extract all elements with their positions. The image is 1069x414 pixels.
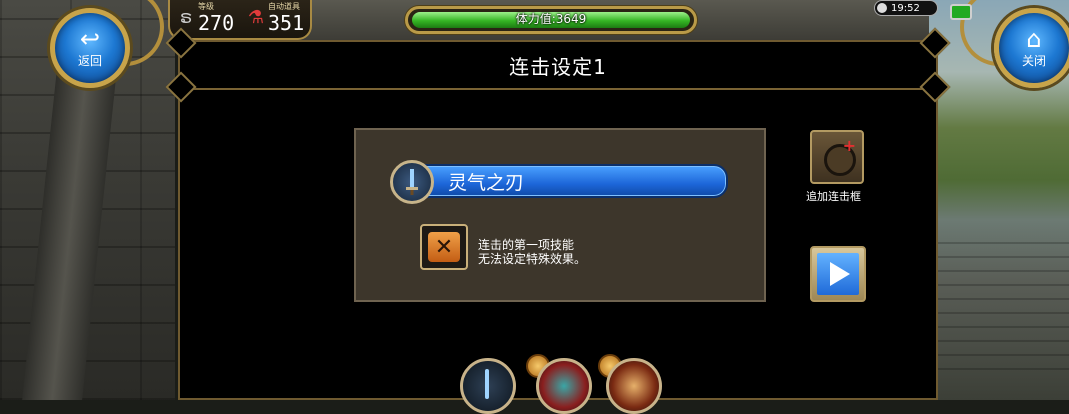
x-icon: ✕ — [428, 232, 460, 262]
auto-item-value: 351 — [268, 11, 305, 35]
return-arrow-icon: ↩ — [79, 24, 101, 53]
close-label: 关闭 — [1021, 53, 1046, 68]
sword-icon — [485, 369, 489, 399]
player-stats: ຣ 等级 270 ⚗ 自动道具 351 — [168, 0, 312, 40]
potion-flask-icon: ⚗ — [247, 6, 265, 28]
combo-skill-slot[interactable] — [606, 358, 662, 414]
combo-note: 连击的第一项技能 无法设定特殊效果。 — [478, 238, 586, 266]
add-combo-label: 追加连击框 — [806, 190, 861, 203]
dialog-title-bar: 连击设定1 — [180, 42, 936, 90]
next-button[interactable] — [810, 246, 866, 302]
close-button[interactable]: ⌂ 关闭 — [994, 8, 1069, 88]
selected-skill-bar[interactable]: 灵气之刃 — [390, 160, 728, 204]
level-value: 270 — [198, 11, 235, 35]
dialog-title: 连击设定1 — [509, 54, 607, 79]
clock-icon — [877, 3, 887, 13]
auto-item-stat: ⚗ 自动道具 351 — [244, 2, 304, 34]
play-icon — [817, 253, 859, 295]
home-icon: ⌂ — [1026, 24, 1042, 53]
combo-skill-slot[interactable] — [460, 358, 516, 414]
cancel-effect-button[interactable]: ✕ — [420, 224, 468, 270]
plus-icon: + — [842, 136, 856, 155]
back-label: 返回 — [77, 53, 102, 68]
back-button[interactable]: ↩ 返回 — [50, 8, 130, 88]
battery-icon — [950, 4, 972, 20]
combo-skill-slot[interactable] — [536, 358, 592, 414]
skill-slot-panel: 灵气之刃 ✕ 连击的第一项技能 无法设定特殊效果。 — [354, 128, 766, 302]
note-line-1: 连击的第一项技能 — [478, 238, 575, 252]
level-swirl-icon: ຣ — [179, 6, 193, 28]
clock-time: 19:52 — [891, 2, 920, 14]
combo-settings-dialog: 连击设定1 灵气之刃 ✕ 连击的第一项技能 无法设定特殊效果。 + 追加连击框 — [165, 27, 951, 414]
clock: 19:52 — [874, 0, 938, 16]
skill-name: 灵气之刃 — [448, 172, 525, 194]
note-line-2: 无法设定特殊效果。 — [478, 252, 587, 266]
sword-icon — [390, 160, 434, 204]
add-combo-button[interactable]: + — [810, 130, 864, 184]
stamina-text: 体力值:3649 — [515, 12, 587, 26]
stamina-bar: 体力值:3649 — [405, 6, 697, 34]
